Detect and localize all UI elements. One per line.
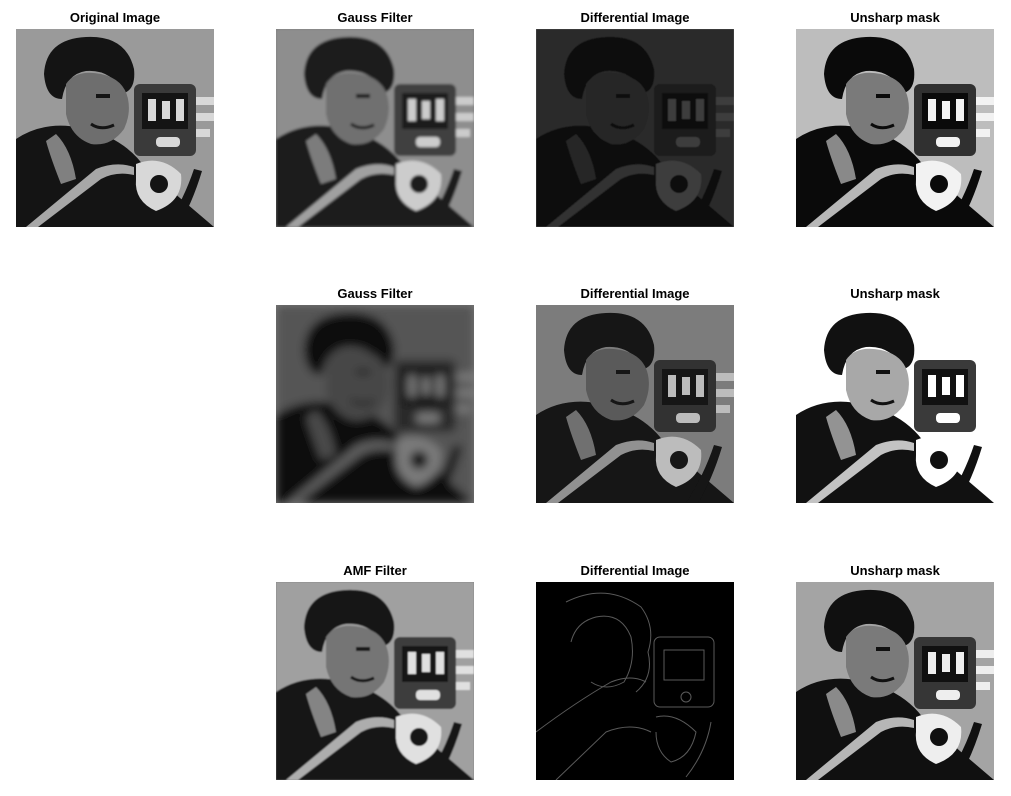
panel-image-differential-1 — [536, 29, 734, 227]
panel-title-gauss-filter-1: Gauss Filter — [337, 10, 413, 25]
panel-title-differential-2: Differential Image — [580, 286, 690, 301]
panel-title-differential-3: Differential Image — [580, 563, 690, 578]
panel-title-gauss-filter-2: Gauss Filter — [337, 286, 413, 301]
panel-image-gauss-filter-2 — [276, 305, 474, 503]
panel-image-unsharp-mask-1 — [796, 29, 994, 227]
panel-title-unsharp-mask-3: Unsharp mask — [850, 563, 940, 578]
panel-image-amf-filter — [276, 582, 474, 780]
panel-title-amf-filter: AMF Filter — [343, 563, 407, 578]
panel-image-differential-2 — [536, 305, 734, 503]
panel-image-unsharp-mask-2 — [796, 305, 994, 503]
panel-title-unsharp-mask-2: Unsharp mask — [850, 286, 940, 301]
panel-title-unsharp-mask-1: Unsharp mask — [850, 10, 940, 25]
panel-image-unsharp-mask-3 — [796, 582, 994, 780]
panel-title-differential-1: Differential Image — [580, 10, 690, 25]
panel-image-differential-3 — [536, 582, 734, 780]
panel-title-original: Original Image — [69, 10, 161, 25]
panel-image-original — [16, 29, 214, 227]
panel-image-gauss-filter-1 — [276, 29, 474, 227]
